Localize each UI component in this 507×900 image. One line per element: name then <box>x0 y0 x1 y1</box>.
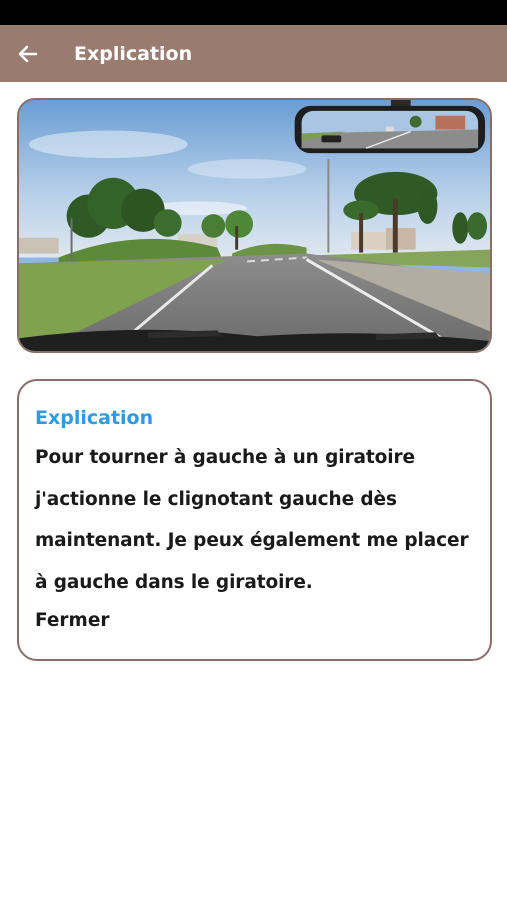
status-bar <box>0 0 507 25</box>
explanation-card: Explication Pour tourner à gauche à un g… <box>17 379 492 661</box>
app-bar: Explication <box>0 25 507 82</box>
question-photo <box>17 98 492 353</box>
explanation-body: Pour tourner à gauche à un giratoire j'a… <box>35 447 469 593</box>
page-title: Explication <box>74 42 193 65</box>
close-button[interactable]: Fermer <box>35 603 110 639</box>
roundabout-scene-image <box>19 100 490 351</box>
arrow-left-icon <box>18 45 38 62</box>
back-button[interactable] <box>0 25 56 82</box>
explanation-heading: Explication <box>35 407 154 429</box>
